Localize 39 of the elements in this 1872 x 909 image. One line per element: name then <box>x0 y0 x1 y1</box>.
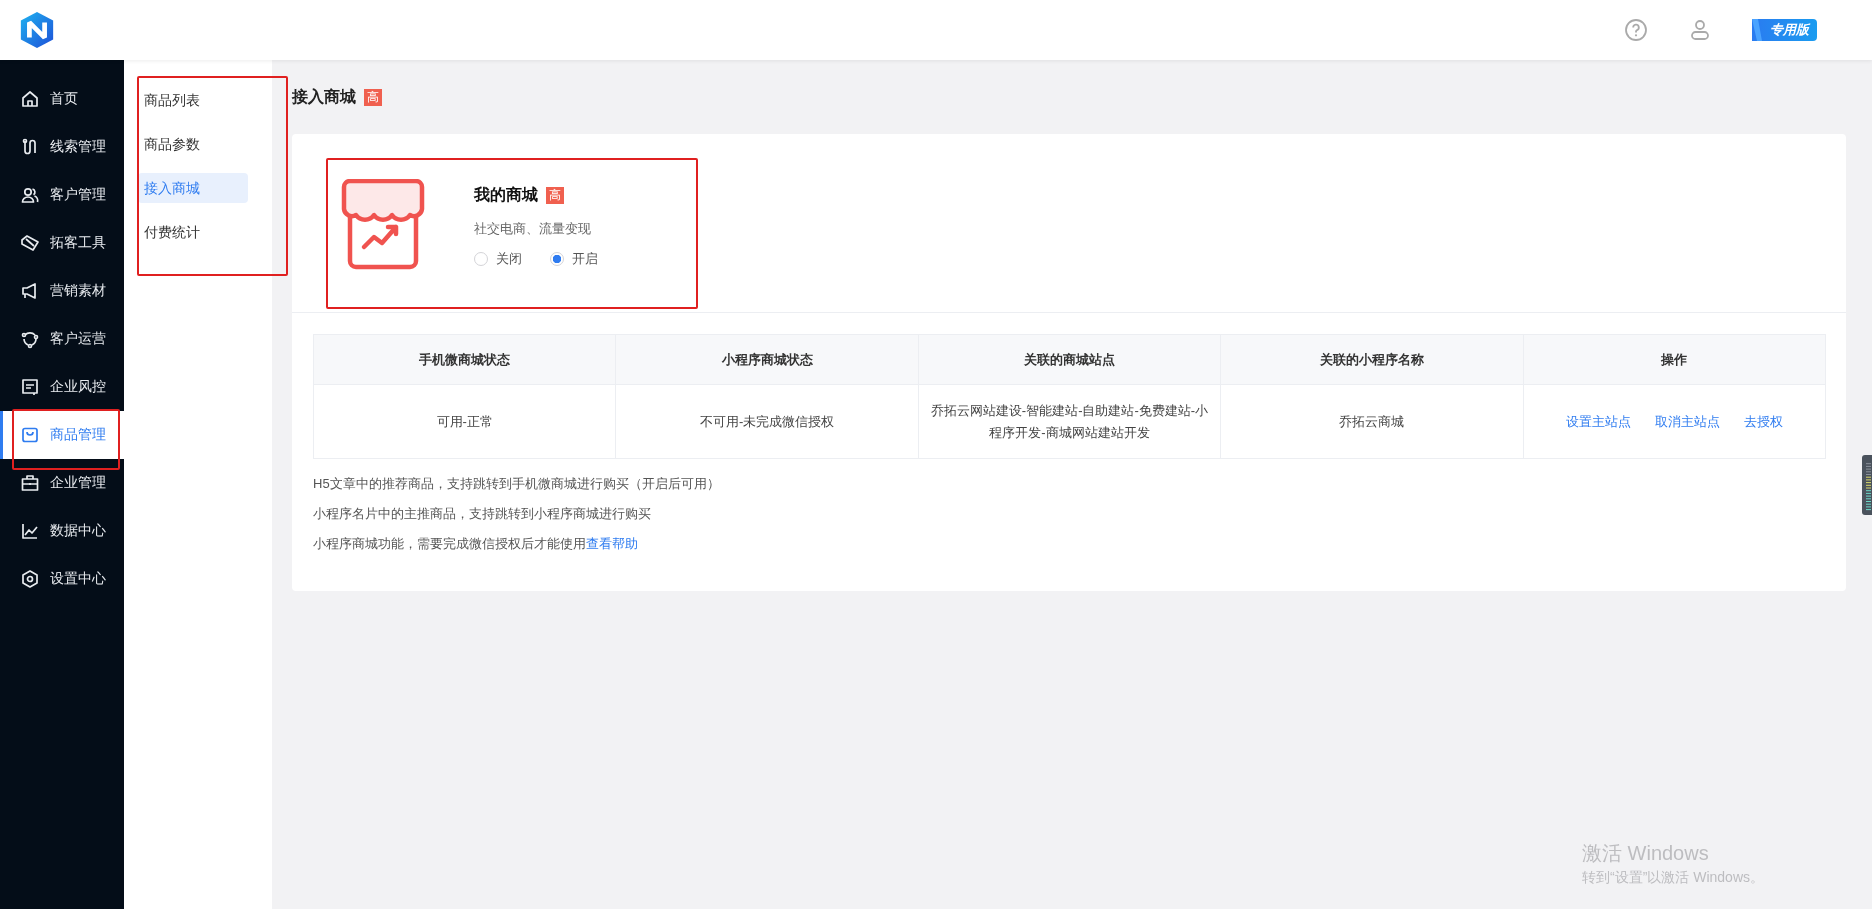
nav-item[interactable]: 营销素材 <box>0 267 124 315</box>
mall-subtitle: 社交电商、流量变现 <box>474 220 592 238</box>
radio-label[interactable]: 开启 <box>572 250 598 268</box>
nav-item[interactable]: 首页 <box>0 75 124 123</box>
subnav-item[interactable]: 商品参数 <box>138 129 248 159</box>
nav-item[interactable]: 商品管理 <box>0 411 124 459</box>
action-link[interactable]: 取消主站点 <box>1654 413 1720 429</box>
radio-label[interactable]: 关闭 <box>496 250 522 268</box>
nav-item[interactable]: 客户管理 <box>0 171 124 219</box>
nav-item[interactable]: 企业管理 <box>0 459 124 507</box>
action-link[interactable]: 设置主站点 <box>1565 413 1631 429</box>
mall-title: 我的商城 <box>474 185 538 205</box>
nav-item[interactable]: 企业风控 <box>0 363 124 411</box>
column-header: 操作 <box>1523 334 1826 385</box>
action-link[interactable]: 去授权 <box>1743 413 1783 429</box>
nav-item[interactable]: 线索管理 <box>0 123 124 171</box>
table-cell: 不可用-未完成微信授权 <box>615 384 919 459</box>
column-header: 关联的小程序名称 <box>1220 334 1524 385</box>
table-cell: 乔拓云网站建设-智能建站-自助建站-免费建站-小程序开发-商城网站建站开发 <box>918 384 1221 459</box>
level-tag: 高 <box>364 88 382 106</box>
note-text: 小程序商城功能，需要完成微信授权后才能使用查看帮助 <box>313 535 639 553</box>
help-link[interactable]: 查看帮助 <box>586 536 638 551</box>
note-text: 小程序名片中的主推商品，支持跳转到小程序商城进行购买 <box>313 505 652 523</box>
nav-item[interactable]: 拓客工具 <box>0 219 124 267</box>
subnav-item[interactable]: 接入商城 <box>138 173 248 203</box>
column-header: 小程序商城状态 <box>615 334 919 385</box>
subnav-item[interactable]: 商品列表 <box>138 85 248 115</box>
column-header: 手机微商城状态 <box>313 334 616 385</box>
nav-item[interactable]: 客户运营 <box>0 315 124 363</box>
nav-item[interactable]: 设置中心 <box>0 555 124 603</box>
table-cell: 乔拓云商城 <box>1220 384 1524 459</box>
column-header: 关联的商城站点 <box>918 334 1221 385</box>
edition-label: 专用版 <box>1770 21 1809 39</box>
nav-item[interactable]: 数据中心 <box>0 507 124 555</box>
table-cell: 可用-正常 <box>313 384 616 459</box>
note-text: H5文章中的推荐商品，支持跳转到手机微商城进行购买（开启后可用） <box>313 475 721 493</box>
page-title: 接入商城 <box>292 86 356 107</box>
subnav-item[interactable]: 付费统计 <box>138 217 248 247</box>
level-tag: 高 <box>546 187 564 204</box>
